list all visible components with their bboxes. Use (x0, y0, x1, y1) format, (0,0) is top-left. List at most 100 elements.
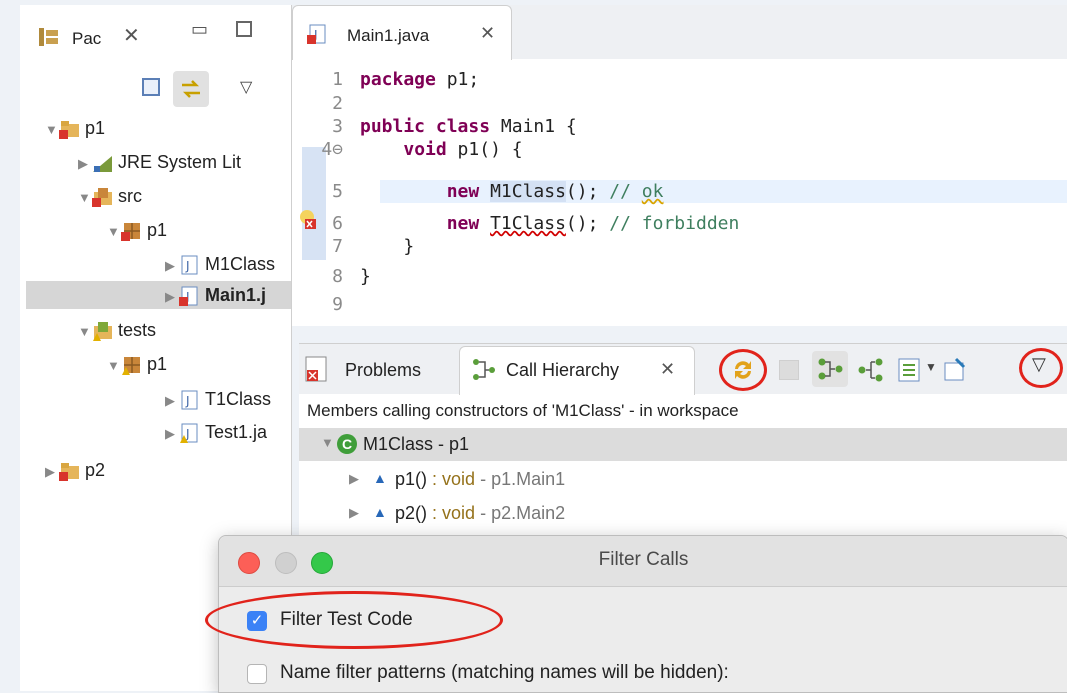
expand-arrow-icon[interactable]: ▶ (349, 505, 359, 521)
tree-row-caller[interactable]: ▶ ▲ p1() : void - p1.Main1 (299, 465, 1067, 495)
problems-icon (305, 356, 329, 389)
filter-test-code-checkbox[interactable]: ✓ (247, 611, 267, 631)
expand-arrow-icon[interactable]: ▶ (349, 471, 359, 487)
source-folder-icon (92, 186, 114, 208)
problems-tab-label: Problems (345, 360, 422, 380)
layout-dropdown-icon[interactable]: ▼ (925, 360, 937, 374)
method-default-icon: ▲ (373, 504, 387, 520)
tree-item-main1[interactable]: ▶JMain1.j (26, 281, 291, 309)
link-with-editor-button[interactable] (173, 71, 209, 107)
tree-item-jre-library[interactable]: ▶ JRE System Lit (78, 148, 288, 176)
dialog-title-bar: Filter Calls (219, 536, 1067, 587)
editor: J Main1.java ✕ 1package p1; 2 3public cl… (292, 5, 1067, 326)
tree-row-caller[interactable]: ▶ ▲ p2() : void - p2.Main2 (299, 499, 1067, 529)
collapse-all-icon[interactable] (142, 78, 160, 96)
filter-test-code-label: Filter Test Code (280, 609, 413, 630)
pin-view-button[interactable] (942, 356, 968, 382)
tree-row-label: p2() : void - p2.Main2 (395, 503, 566, 523)
code-line-8[interactable]: 8} (292, 265, 371, 288)
expand-arrow-icon[interactable]: ▶ (78, 150, 92, 178)
layout-button[interactable] (896, 356, 922, 382)
editor-tab-main1[interactable]: J Main1.java ✕ (292, 5, 512, 60)
expand-arrow-icon[interactable]: ▶ (45, 458, 59, 486)
expand-arrow-icon[interactable]: ▶ (165, 420, 179, 448)
filter-calls-dialog: Filter Calls ✓ Filter Test Code Name fil… (205, 535, 1067, 693)
cancel-search-icon[interactable] (779, 360, 799, 380)
layout-icon (898, 358, 920, 382)
tree-item-tests[interactable]: ▼ tests (78, 316, 288, 344)
package-explorer-icon (39, 28, 58, 46)
package-explorer-tab[interactable]: Pac ✕ ▭ ▽ (20, 5, 291, 107)
line-number: 6 (332, 213, 343, 234)
tree-item-test1[interactable]: ▶ J Test1.ja (165, 418, 291, 446)
close-tab-icon[interactable]: ✕ (123, 23, 140, 48)
code-line-6[interactable]: 6 new T1Class(); // forbidden (292, 212, 739, 235)
expand-arrow-icon[interactable]: ▼ (321, 435, 334, 450)
expand-arrow-icon[interactable]: ▶ (165, 283, 179, 311)
editor-tab-label: Main1.java (347, 26, 430, 45)
code-line-1[interactable]: 1 package p1; (292, 68, 479, 91)
tree-item-p1-project[interactable]: ▼ p1 (45, 114, 285, 142)
refresh-button[interactable] (730, 357, 756, 383)
tab-call-hierarchy[interactable]: Call Hierarchy ✕ (459, 346, 695, 395)
tree-item-label: tests (118, 320, 157, 340)
call-hierarchy-description: Members calling constructors of 'M1Class… (307, 401, 739, 420)
project-icon (59, 118, 81, 140)
expand-arrow-icon[interactable]: ▼ (45, 116, 59, 144)
code-line-9[interactable]: 9 (292, 293, 360, 316)
expand-arrow-icon[interactable]: ▶ (165, 387, 179, 415)
tree-item-label: Test1.ja (205, 422, 268, 442)
package-warning-icon (121, 354, 143, 376)
maximize-icon[interactable] (236, 21, 252, 37)
view-menu-icon[interactable]: ▽ (240, 77, 252, 97)
line-number: 1 (332, 69, 343, 90)
tree-item-src[interactable]: ▼ src (78, 182, 288, 210)
caller-hierarchy-icon (818, 358, 843, 380)
code-line-2[interactable]: 2 (292, 92, 360, 115)
line-number: 5 (332, 181, 343, 202)
call-hierarchy-tab-label: Call Hierarchy (506, 360, 620, 380)
line-number: 9 (332, 294, 343, 315)
expand-arrow-icon[interactable]: ▼ (107, 218, 121, 246)
tree-item-label: p2 (85, 460, 106, 480)
name-filter-checkbox[interactable] (247, 664, 267, 684)
tree-item-label: T1Class (205, 389, 272, 409)
svg-text:J: J (185, 259, 190, 273)
bottom-tab-bar: Problems Call Hierarchy ✕ ▼ ▽ (299, 344, 1067, 395)
tree-item-tests-package-p1[interactable]: ▼ p1 (107, 350, 287, 378)
java-file-icon: J (179, 389, 201, 411)
close-tab-icon[interactable]: ✕ (660, 359, 675, 380)
close-tab-icon[interactable]: ✕ (480, 23, 495, 44)
tree-item-m1class[interactable]: ▶ J M1Class (165, 250, 291, 278)
code-line-3[interactable]: 3 public class Main1 { (292, 115, 577, 138)
link-with-editor-icon (182, 80, 200, 98)
show-caller-hierarchy-button[interactable] (812, 351, 848, 387)
tree-item-t1class[interactable]: ▶ J T1Class (165, 385, 291, 413)
line-number: 4⊖ (321, 139, 343, 160)
tree-item-label: Main1.j (205, 285, 267, 305)
expand-arrow-icon[interactable]: ▶ (165, 252, 179, 280)
show-callee-hierarchy-button[interactable] (857, 356, 883, 382)
tree-item-label: p1 (147, 220, 168, 240)
svg-text:J: J (185, 394, 190, 408)
expand-arrow-icon[interactable]: ▼ (107, 352, 121, 380)
tree-row-root[interactable]: ▼ C M1Class - p1 (299, 428, 1067, 461)
call-hierarchy-icon (470, 357, 498, 388)
java-file-icon: J (179, 254, 201, 276)
tree-item-p2-project[interactable]: ▶ p2 (45, 456, 285, 484)
code-line-7[interactable]: 7 } (292, 235, 414, 258)
code-line-4[interactable]: 4⊖ void p1() { (292, 138, 522, 161)
refresh-icon (735, 361, 751, 379)
minimize-icon[interactable]: ▭ (191, 19, 208, 40)
view-menu-icon[interactable]: ▽ (1032, 354, 1046, 375)
tree-item-package-p1[interactable]: ▼ p1 (107, 216, 287, 244)
tree-item-label: p1 (147, 354, 168, 374)
package-icon (121, 220, 143, 242)
expand-arrow-icon[interactable]: ▼ (78, 184, 92, 212)
project-icon (59, 460, 81, 482)
package-explorer-title: Pac (72, 29, 102, 48)
editor-tab-bar: J Main1.java ✕ (292, 5, 1067, 60)
callee-hierarchy-icon (858, 358, 883, 382)
code-line-5[interactable]: 5 new M1Class(); // ok (292, 180, 663, 203)
expand-arrow-icon[interactable]: ▼ (78, 318, 92, 346)
